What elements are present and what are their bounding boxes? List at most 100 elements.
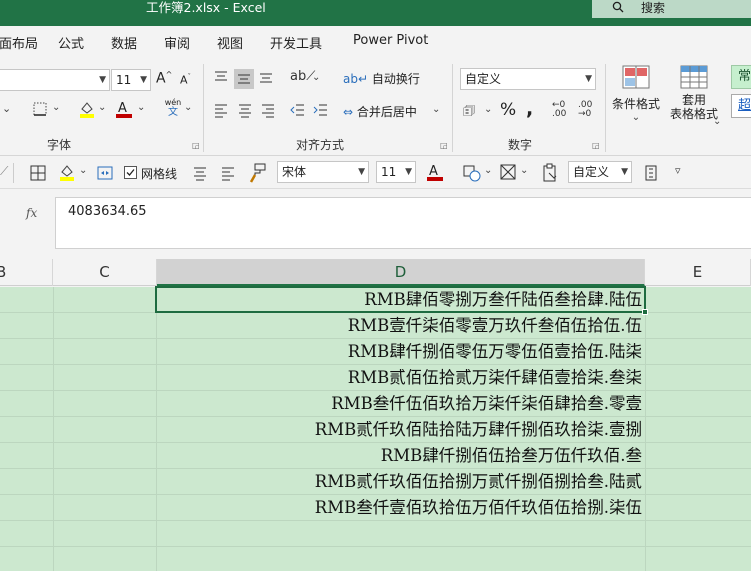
chevron-down-icon[interactable]: ⌄ bbox=[2, 102, 11, 115]
number-format-combo[interactable]: 自定义 ▼ bbox=[568, 161, 632, 183]
borders-icon[interactable] bbox=[32, 101, 48, 117]
tab-formulas[interactable]: 公式 bbox=[58, 33, 84, 52]
format-painter-icon[interactable] bbox=[249, 163, 267, 183]
grow-font-icon[interactable]: A^ bbox=[156, 70, 172, 87]
fill-handle[interactable] bbox=[642, 309, 648, 315]
gridlines-checkbox[interactable] bbox=[124, 166, 137, 179]
grid-line bbox=[0, 546, 751, 547]
column-header-d[interactable]: D bbox=[157, 259, 645, 286]
cell-d4[interactable]: RMB贰佰伍拾贰万柒仟肆佰壹拾柒.叁柒 bbox=[157, 365, 642, 391]
align-bottom-icon[interactable] bbox=[258, 69, 274, 85]
font-color-icon[interactable]: A bbox=[426, 163, 444, 181]
merge-center-button[interactable]: ⇔ 合并后居中 bbox=[343, 103, 417, 120]
shapes-icon[interactable] bbox=[462, 163, 482, 183]
chevron-down-icon[interactable]: ⌄ bbox=[137, 102, 145, 113]
column-header-c[interactable]: C bbox=[53, 259, 157, 286]
shrink-font-icon[interactable]: Aˇ bbox=[180, 73, 191, 87]
tab-view[interactable]: 视图 bbox=[217, 33, 243, 52]
chevron-down-icon[interactable]: ⌄ bbox=[98, 102, 106, 113]
column-label: D bbox=[394, 263, 407, 281]
align-group-label: 对齐方式 bbox=[296, 138, 345, 152]
font-size-combo[interactable]: 11 ▼ bbox=[111, 69, 151, 91]
font-name-combo[interactable]: 宋体 ▼ bbox=[277, 161, 369, 183]
merge-cells-icon[interactable] bbox=[96, 164, 114, 182]
paste-format-icon[interactable] bbox=[541, 163, 559, 183]
decrease-indent-icon[interactable] bbox=[290, 102, 306, 118]
format-table-icon bbox=[680, 65, 708, 89]
number-format-combo[interactable]: 自定义 ▼ bbox=[460, 68, 596, 90]
chevron-down-icon[interactable]: ⌄ bbox=[184, 102, 192, 113]
font-size-combo[interactable]: 11 ▼ bbox=[376, 161, 416, 183]
accounting-format-icon[interactable]: 🗊 bbox=[463, 102, 475, 124]
chevron-down-icon[interactable]: ⌄ bbox=[312, 72, 320, 83]
chevron-down-icon[interactable]: ⌄ bbox=[713, 116, 721, 127]
font-color-icon[interactable]: A bbox=[115, 100, 133, 118]
decrease-decimal-icon[interactable]: .00 →0 bbox=[578, 101, 592, 119]
tab-power-pivot[interactable]: Power Pivot bbox=[353, 33, 428, 48]
fill-color-icon[interactable] bbox=[58, 163, 76, 181]
grid-line bbox=[53, 287, 54, 571]
chevron-down-icon[interactable]: ⌄ bbox=[484, 104, 492, 115]
chevron-down-icon[interactable]: ⌄ bbox=[79, 165, 87, 176]
increase-decimal-icon[interactable]: ←0.00 bbox=[552, 101, 566, 119]
search-box[interactable]: 搜索 bbox=[592, 0, 751, 18]
number-group-label: 数字 bbox=[508, 138, 533, 152]
align-right-icon[interactable] bbox=[260, 102, 276, 118]
style-normal-cell[interactable]: 常 bbox=[731, 65, 751, 89]
group-separator bbox=[203, 64, 204, 152]
phonetic-guide-button[interactable]: wén 文 bbox=[163, 98, 183, 118]
worksheet-grid[interactable]: RMB肆佰零捌万叁仟陆佰叁拾肆.陆伍 RMB壹仟柒佰零壹万玖仟叁佰伍拾伍.伍 R… bbox=[0, 287, 751, 571]
font-size-value: 11 bbox=[381, 165, 397, 179]
comma-style-icon[interactable]: , bbox=[526, 98, 533, 120]
dialog-launcher-icon[interactable]: ◲ bbox=[192, 141, 200, 150]
align-left-icon[interactable] bbox=[213, 102, 229, 118]
percent-icon[interactable]: % bbox=[500, 100, 516, 120]
align-top-icon[interactable] bbox=[213, 69, 229, 85]
ribbon: ▼ 11 ▼ A^ Aˇ ⌄ ⌄ ⌄ A ⌄ wén 文 ⌄ 字体 ◲ ab⟋ ⌄… bbox=[0, 56, 751, 156]
cell-d6[interactable]: RMB贰仟玖佰陆拾陆万肆仟捌佰玖拾柒.壹捌 bbox=[157, 417, 642, 443]
font-size-value: 11 bbox=[116, 73, 132, 87]
chevron-down-icon[interactable]: ⌄ bbox=[432, 104, 440, 115]
tab-review[interactable]: 审阅 bbox=[164, 33, 190, 52]
dialog-launcher-icon[interactable]: ◲ bbox=[592, 141, 600, 150]
column-header-b[interactable]: B bbox=[0, 259, 53, 286]
format-as-table-button[interactable]: 套用 表格格式 bbox=[664, 64, 724, 121]
svg-text:A: A bbox=[429, 164, 438, 179]
align-center-icon[interactable] bbox=[237, 102, 253, 118]
column-header-e[interactable]: E bbox=[645, 259, 751, 286]
cell-d7[interactable]: RMB肆仟捌佰伍拾叁万伍仟玖佰.叁 bbox=[157, 443, 642, 469]
wrap-text-icon: ab↵ bbox=[343, 72, 369, 86]
format-painter-small-icon[interactable]: ⟋ bbox=[0, 164, 8, 179]
cell-d5[interactable]: RMB叁仟伍佰玖拾万柒仟柒佰肆拾叁.零壹 bbox=[157, 391, 642, 417]
font-name-combo[interactable]: ▼ bbox=[0, 69, 110, 91]
borders-icon[interactable] bbox=[29, 164, 47, 182]
delete-icon[interactable] bbox=[644, 164, 658, 182]
chevron-down-icon[interactable]: ⌄ bbox=[520, 165, 528, 176]
cell-d8[interactable]: RMB贰仟玖佰伍拾捌万贰仟捌佰捌拾叁.陆贰 bbox=[157, 469, 642, 495]
group-separator bbox=[452, 64, 453, 152]
cell-d2[interactable]: RMB壹仟柒佰零壹万玖仟叁佰伍拾伍.伍 bbox=[157, 313, 642, 339]
dialog-launcher-icon[interactable]: ◲ bbox=[440, 141, 448, 150]
number-format-value: 自定义 bbox=[573, 165, 610, 179]
cell-styles-icon[interactable] bbox=[499, 163, 517, 183]
conditional-format-button[interactable]: 条件格式 ⌄ bbox=[611, 64, 661, 123]
cell-d9[interactable]: RMB叁仟壹佰玖拾伍万佰仟玖佰伍拾捌.柒伍 bbox=[157, 495, 642, 521]
tab-data[interactable]: 数据 bbox=[111, 33, 137, 52]
align-left-icon[interactable] bbox=[220, 165, 236, 181]
more-options-icon[interactable]: ▿ bbox=[675, 164, 681, 177]
increase-indent-icon[interactable] bbox=[313, 102, 329, 118]
tab-page-layout[interactable]: 页面布局 bbox=[0, 33, 38, 52]
fill-color-icon[interactable] bbox=[78, 100, 96, 118]
chevron-down-icon: ▼ bbox=[585, 74, 592, 84]
wrap-text-button[interactable]: ab↵ 自动换行 bbox=[343, 70, 420, 87]
align-center-icon[interactable] bbox=[192, 165, 208, 181]
chevron-down-icon[interactable]: ⌄ bbox=[52, 102, 60, 113]
style-hyperlink-cell[interactable]: 超 bbox=[731, 94, 751, 118]
tab-developer[interactable]: 开发工具 bbox=[270, 33, 322, 52]
chevron-down-icon[interactable]: ⌄ bbox=[484, 165, 492, 176]
number-format-value: 自定义 bbox=[465, 72, 502, 86]
fx-icon[interactable]: fx bbox=[26, 206, 37, 220]
formula-input[interactable]: 4083634.65 bbox=[55, 197, 751, 249]
align-middle-icon[interactable] bbox=[234, 69, 254, 89]
cell-d3[interactable]: RMB肆仟捌佰零伍万零伍佰壹拾伍.陆柒 bbox=[157, 339, 642, 365]
